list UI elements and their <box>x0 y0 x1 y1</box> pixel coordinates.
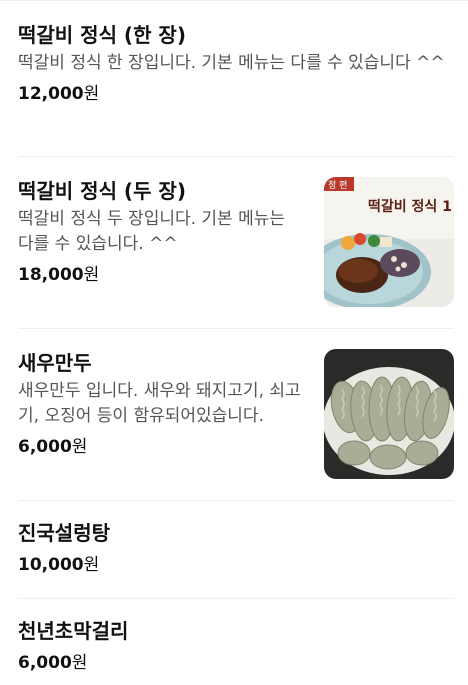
price-currency: 원 <box>71 653 88 673</box>
menu-item-description: 떡갈비 정식 한 장입니다. 기본 메뉴는 다를 수 있습니다 ^^ <box>18 53 445 73</box>
photo-badge-text: 정 편 <box>328 179 347 191</box>
menu-list: 떡갈비 정식 (한 장) 떡갈비 정식 한 장입니다. 기본 메뉴는 다를 수 … <box>0 1 468 685</box>
menu-item-price: 6,000원 <box>18 435 302 459</box>
price-currency: 원 <box>71 437 88 457</box>
price-currency: 원 <box>83 84 100 104</box>
price-value: 6,000 <box>18 653 72 673</box>
menu-item-price: 18,000원 <box>18 263 302 287</box>
price-currency: 원 <box>83 265 100 285</box>
price-value: 6,000 <box>18 437 72 457</box>
svg-text:. . . . . . .: . . . . . . . <box>394 295 415 301</box>
menu-item-description: 떡갈비 정식 두 장입니다. 기본 메뉴는 다를 수 있습니다. ^^ <box>18 209 286 254</box>
menu-item-text: 진국설렁탕 10,000원 <box>18 519 454 577</box>
menu-item-price: 12,000원 <box>18 82 454 106</box>
menu-item-tteokgalbi-double[interactable]: 떡갈비 정식 (두 장) 떡갈비 정식 두 장입니다. 기본 메뉴는 다를 수 … <box>18 157 454 329</box>
menu-item-shrimp-dumpling[interactable]: 새우만두 새우만두 입니다. 새우와 돼지고기, 쇠고기, 오징어 등이 함유되… <box>18 329 454 501</box>
menu-item-text: 떡갈비 정식 (한 장) 떡갈비 정식 한 장입니다. 기본 메뉴는 다를 수 … <box>18 21 454 106</box>
menu-item-name: 천년초막걸리 <box>18 619 129 643</box>
price-value: 12,000 <box>18 84 84 104</box>
menu-item-seolleongtang[interactable]: 진국설렁탕 10,000원 <box>18 501 454 599</box>
menu-item-description: 새우만두 입니다. 새우와 돼지고기, 쇠고기, 오징어 등이 함유되어있습니다… <box>18 381 301 426</box>
menu-item-price: 10,000원 <box>18 553 454 577</box>
menu-item-name: 진국설렁탕 <box>18 521 110 545</box>
menu-item-price: 6,000원 <box>18 651 454 675</box>
menu-item-name: 떡갈비 정식 (두 장) <box>18 179 186 203</box>
photo-title-text: 떡갈비 정식 1 <box>368 198 452 215</box>
menu-item-name: 떡갈비 정식 (한 장) <box>18 23 186 47</box>
menu-item-text: 천년초막걸리 6,000원 <box>18 617 454 675</box>
menu-item-photo-dumpling[interactable] <box>324 349 454 479</box>
price-currency: 원 <box>83 555 100 575</box>
menu-item-name: 새우만두 <box>18 351 92 375</box>
price-value: 10,000 <box>18 555 84 575</box>
menu-item-photo-tteokgalbi[interactable]: 정 편 떡갈비 정식 1 . . . . . . . <box>324 177 454 307</box>
menu-item-tteokgalbi-single[interactable]: 떡갈비 정식 (한 장) 떡갈비 정식 한 장입니다. 기본 메뉴는 다를 수 … <box>18 1 454 157</box>
price-value: 18,000 <box>18 265 84 285</box>
dumpling-photo-illustration <box>324 349 454 479</box>
menu-item-text: 떡갈비 정식 (두 장) 떡갈비 정식 두 장입니다. 기본 메뉴는 다를 수 … <box>18 177 302 287</box>
tteokgalbi-photo-illustration: 정 편 떡갈비 정식 1 . . . . . . . <box>324 177 454 307</box>
menu-item-text: 새우만두 새우만두 입니다. 새우와 돼지고기, 쇠고기, 오징어 등이 함유되… <box>18 349 302 459</box>
menu-item-makgeolli[interactable]: 천년초막걸리 6,000원 <box>18 599 454 685</box>
